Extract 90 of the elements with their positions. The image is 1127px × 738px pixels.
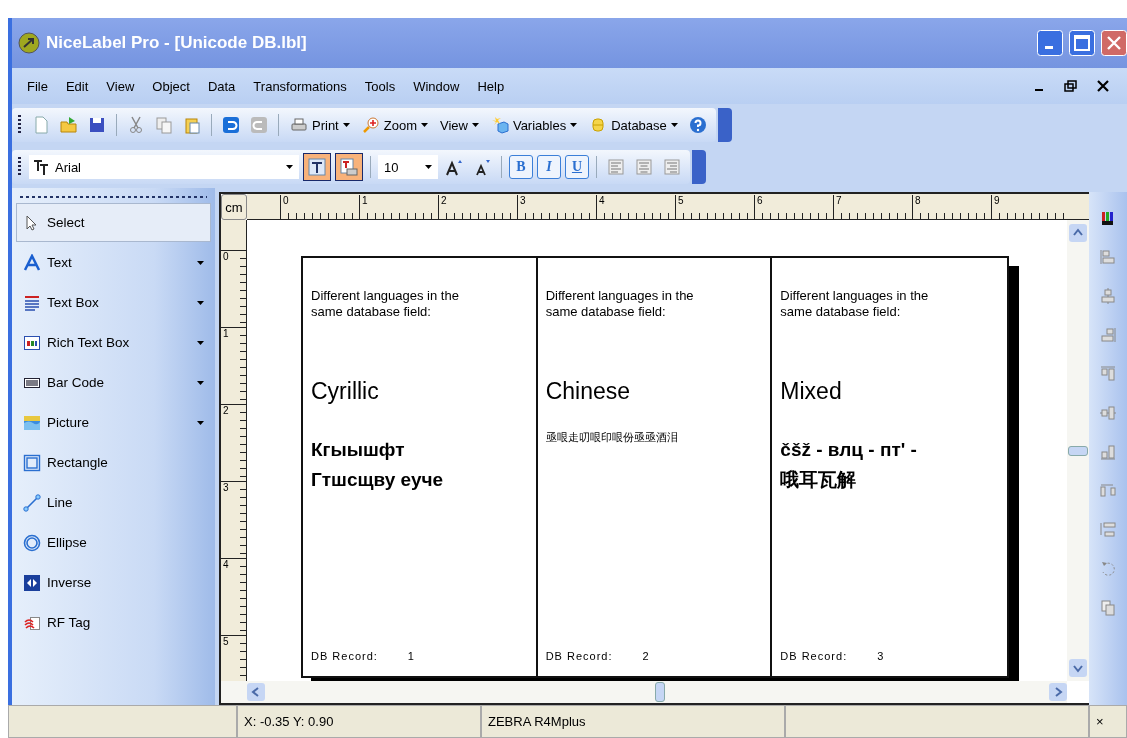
printer-text: ZEBRA R4Mplus xyxy=(481,705,785,738)
window-title: NiceLabel Pro - [Unicode DB.lbl] xyxy=(46,33,308,53)
text-lines-icon xyxy=(23,293,41,312)
toolbar-dropdown[interactable]: View xyxy=(435,115,483,135)
tool-item[interactable]: Rectangle xyxy=(16,443,211,482)
menu-item[interactable]: Window xyxy=(404,76,469,96)
caret-icon xyxy=(197,300,204,305)
caret-icon xyxy=(286,165,293,169)
menu-item[interactable]: View xyxy=(97,76,144,96)
caret-icon xyxy=(197,420,204,425)
ellipse-icon xyxy=(23,533,41,552)
scroll-up-button[interactable] xyxy=(1069,224,1087,242)
toolbar-dropdown[interactable]: Zoom xyxy=(357,114,432,136)
menu-item[interactable]: File xyxy=(18,76,57,96)
coordinates-text: X: -0.35 Y: 0.90 xyxy=(237,705,481,738)
toolbar-dropdown[interactable]: Database xyxy=(585,114,682,136)
caret-icon xyxy=(425,165,432,169)
rtf-icon xyxy=(23,333,41,352)
record-number: 3 xyxy=(877,650,885,662)
caret-icon xyxy=(197,260,204,265)
tool-item[interactable]: Text Box xyxy=(16,283,211,322)
minimize-button[interactable] xyxy=(1037,30,1063,56)
tool-item[interactable]: Text xyxy=(16,243,211,282)
tool-item[interactable]: Rich Text Box xyxy=(16,323,211,362)
tool-item[interactable]: Ellipse xyxy=(16,523,211,562)
scroll-left-button[interactable] xyxy=(247,683,265,701)
caret-icon xyxy=(471,123,479,127)
inverse-icon xyxy=(23,573,41,592)
rectangle-icon xyxy=(23,453,41,472)
menu-item[interactable]: Object xyxy=(143,76,199,96)
scroll-thumb[interactable] xyxy=(1068,445,1088,456)
tool-item[interactable]: Select xyxy=(16,203,211,242)
caret-icon xyxy=(570,123,578,127)
unit-button[interactable]: cm xyxy=(221,194,247,220)
menu-item[interactable]: Edit xyxy=(56,76,98,96)
caret-icon xyxy=(197,340,204,345)
menu-item[interactable]: Transformations xyxy=(244,76,356,96)
tool-item[interactable]: RF Tag xyxy=(16,603,211,642)
scroll-thumb[interactable] xyxy=(655,682,665,702)
cube-star-icon xyxy=(490,116,509,134)
bold-button[interactable]: B xyxy=(509,155,533,179)
record-number: 2 xyxy=(642,650,650,662)
app-logo-icon xyxy=(18,32,40,54)
label-title: Mixed xyxy=(780,378,843,405)
label-title: Chinese xyxy=(545,378,632,405)
record-label: DB Record: xyxy=(545,650,613,662)
record-label: DB Record: xyxy=(311,650,378,662)
tool-item[interactable]: Line xyxy=(16,483,211,522)
menu-item[interactable]: Help xyxy=(468,76,514,96)
label-heading: Different languages in the same database field: xyxy=(311,288,460,320)
label-heading: Different languages in the same database field: xyxy=(780,288,930,320)
underline-button[interactable]: U xyxy=(565,155,589,179)
caret-icon xyxy=(420,123,428,127)
tool-item[interactable]: Inverse xyxy=(16,563,211,602)
horizontal-ruler: 0 1 2 3 4 5 6 7 8 9 xyxy=(247,194,1067,220)
line-icon xyxy=(23,493,41,512)
font-field[interactable]: Arial xyxy=(29,155,299,179)
close-button[interactable] xyxy=(1101,30,1127,56)
label-heading: Different languages in the same database field: xyxy=(545,288,695,320)
printer-icon xyxy=(290,116,308,134)
vertical-scrollbar[interactable] xyxy=(1067,220,1089,681)
label-value: čšž - влц - пт' - 哦耳瓦解 xyxy=(780,438,918,492)
font-size-field[interactable]: 10 xyxy=(378,155,438,179)
picture-icon xyxy=(23,413,41,432)
menu-item[interactable]: Data xyxy=(198,76,245,96)
maximize-button[interactable] xyxy=(1069,30,1095,56)
caret-icon xyxy=(670,123,678,127)
tool-item[interactable]: Bar Code xyxy=(16,363,211,402)
label-title: Cyrillic xyxy=(311,378,380,405)
scroll-down-button[interactable] xyxy=(1069,659,1087,677)
label-value: Кгыышфт Гтшсщву еуче xyxy=(311,438,445,492)
toolbar-dropdown[interactable]: Print xyxy=(286,114,354,136)
caret-icon xyxy=(342,123,350,127)
vertical-ruler: 0 1 2 3 4 5 xyxy=(221,220,247,681)
font-icon xyxy=(33,158,51,176)
horizontal-scrollbar[interactable] xyxy=(221,681,1067,703)
italic-button[interactable]: I xyxy=(537,155,561,179)
letter-a-icon xyxy=(23,253,41,272)
printer-font-toggle[interactable] xyxy=(335,153,363,181)
record-number: 1 xyxy=(407,650,415,662)
record-label: DB Record: xyxy=(780,650,848,662)
magnifier-icon xyxy=(361,116,380,134)
tool-item[interactable]: Picture xyxy=(16,403,211,442)
label-value: 亟哏走叨哏印哏份亟亟酒泪 xyxy=(545,430,679,445)
status-corner-text: × xyxy=(1089,705,1127,738)
text-style-toggle[interactable] xyxy=(303,153,331,181)
scroll-right-button[interactable] xyxy=(1049,683,1067,701)
caret-icon xyxy=(197,380,204,385)
menu-item[interactable]: Tools xyxy=(355,76,405,96)
toolbar-dropdown[interactable]: Variables xyxy=(486,114,582,136)
